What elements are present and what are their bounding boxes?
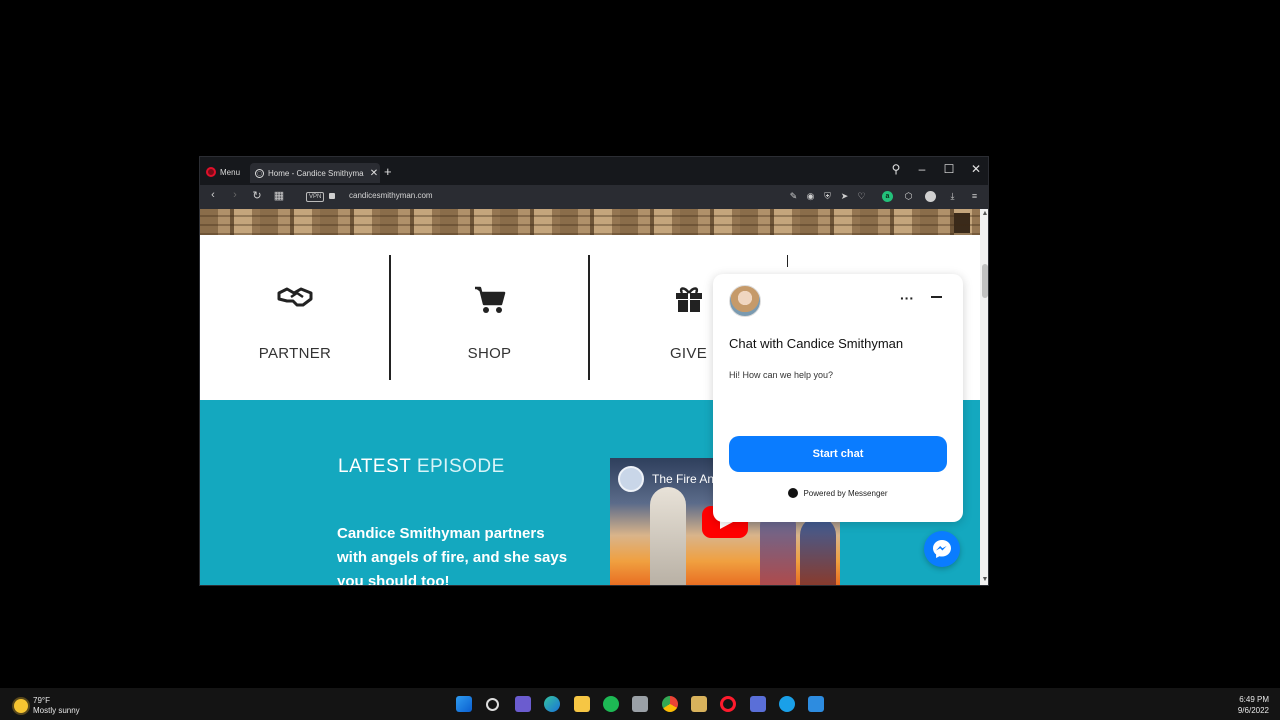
app-icon[interactable] bbox=[632, 696, 648, 712]
video-figure bbox=[650, 487, 686, 585]
start-chat-button[interactable]: Start chat bbox=[729, 436, 947, 472]
more-options-icon[interactable]: ··· bbox=[900, 290, 914, 306]
windows-start-icon[interactable] bbox=[456, 696, 472, 712]
partner-link[interactable]: PARTNER bbox=[200, 249, 390, 389]
powered-by-text: Powered by Messenger bbox=[803, 488, 888, 498]
teams-chat-icon[interactable] bbox=[515, 696, 531, 712]
clock-date: 9/6/2022 bbox=[1237, 706, 1269, 715]
send-icon[interactable]: ➤ bbox=[839, 191, 850, 202]
heart-icon[interactable]: ♡ bbox=[856, 191, 867, 202]
browser-window: Menu Home - Candice Smithyman ✕ + ⚲ – ☐ … bbox=[199, 156, 989, 586]
extension-a-icon[interactable]: a bbox=[882, 191, 893, 202]
weather-condition: Mostly sunny bbox=[33, 706, 80, 715]
temperature: 79°F bbox=[33, 696, 50, 705]
scroll-down-icon[interactable]: ▼ bbox=[980, 575, 988, 585]
minimize-window-button[interactable]: – bbox=[915, 162, 929, 176]
chat-greeting: Hi! How can we help you? bbox=[729, 370, 834, 380]
messenger-button[interactable] bbox=[924, 531, 960, 567]
candice-avatar bbox=[729, 285, 761, 317]
app-icon[interactable] bbox=[691, 696, 707, 712]
search-tabs-icon[interactable]: ⚲ bbox=[889, 162, 903, 176]
heading-episode: EPISODE bbox=[416, 456, 505, 477]
spotify-icon[interactable] bbox=[603, 696, 619, 712]
handshake-icon bbox=[200, 285, 390, 316]
scrollbar-thumb[interactable] bbox=[982, 264, 988, 298]
taskbar: 79°F Mostly sunny 6:49 PM 9/6/2022 bbox=[0, 688, 1280, 720]
forward-button[interactable]: › bbox=[228, 189, 242, 201]
globe-icon bbox=[255, 168, 264, 178]
opera-menu-button[interactable]: Menu bbox=[206, 166, 240, 178]
sun-icon bbox=[14, 699, 28, 713]
camera-icon[interactable]: ◉ bbox=[805, 191, 816, 202]
text-cursor bbox=[787, 255, 788, 267]
app-icon[interactable] bbox=[808, 696, 824, 712]
address-bar: ‹ › ↻ ▦ VPN candicesmithyman.com ✎ ◉ ⛨ ➤… bbox=[200, 185, 988, 209]
video-title[interactable]: The Fire An bbox=[652, 472, 714, 486]
opera-icon[interactable] bbox=[720, 696, 736, 712]
edge-icon[interactable] bbox=[544, 696, 560, 712]
hero-image-shadow bbox=[954, 213, 970, 233]
vpn-badge[interactable]: VPN bbox=[306, 192, 325, 202]
reload-icon[interactable]: ↻ bbox=[250, 189, 264, 202]
tab-bar: Menu Home - Candice Smithyman ✕ + ⚲ – ☐ … bbox=[200, 157, 988, 185]
latest-episode-heading: LATEST EPISODE bbox=[338, 456, 505, 478]
menu-label: Menu bbox=[220, 167, 241, 177]
cube-icon[interactable]: ⬡ bbox=[903, 191, 914, 202]
channel-avatar[interactable] bbox=[618, 466, 644, 492]
speed-dial-icon[interactable]: ▦ bbox=[272, 189, 286, 202]
download-icon[interactable]: ⤓ bbox=[947, 191, 958, 202]
opera-logo-icon bbox=[206, 167, 216, 177]
back-button[interactable]: ‹ bbox=[206, 189, 220, 201]
edit-icon[interactable]: ✎ bbox=[788, 191, 799, 202]
page-viewport: PARTNER SHOP GIVE LATEST EPISODE Candice… bbox=[200, 209, 988, 586]
search-icon[interactable] bbox=[486, 698, 499, 711]
shop-link[interactable]: SHOP bbox=[391, 249, 588, 389]
messenger-chat-widget: ··· Chat with Candice Smithyman Hi! How … bbox=[713, 274, 963, 522]
powered-by-messenger: Powered by Messenger bbox=[713, 488, 963, 498]
video-figure bbox=[800, 517, 836, 585]
close-window-button[interactable]: ✕ bbox=[969, 162, 983, 176]
clock-time: 6:49 PM bbox=[1239, 695, 1269, 704]
page-scrollbar[interactable]: ▲ ▼ bbox=[980, 209, 988, 585]
maximize-window-button[interactable]: ☐ bbox=[942, 162, 956, 176]
messenger-icon bbox=[788, 488, 799, 498]
scroll-up-icon[interactable]: ▲ bbox=[980, 209, 988, 219]
hero-image-wall bbox=[200, 209, 980, 235]
easy-setup-icon[interactable]: ≡ bbox=[969, 191, 980, 202]
minimize-chat-icon[interactable] bbox=[931, 296, 942, 298]
chat-title: Chat with Candice Smithyman bbox=[729, 336, 904, 351]
app-icon[interactable] bbox=[779, 696, 795, 712]
messenger-bolt-icon bbox=[933, 540, 951, 558]
url-field[interactable]: candicesmithyman.com bbox=[349, 191, 433, 200]
system-clock[interactable]: 6:49 PM 9/6/2022 bbox=[1238, 694, 1269, 716]
new-tab-button[interactable]: + bbox=[384, 164, 392, 179]
heading-latest: LATEST bbox=[338, 456, 412, 477]
file-explorer-icon[interactable] bbox=[574, 696, 590, 712]
chrome-icon[interactable] bbox=[662, 696, 678, 712]
shield-icon[interactable]: ⛨ bbox=[822, 191, 833, 202]
desktop: Menu Home - Candice Smithyman ✕ + ⚲ – ☐ … bbox=[0, 0, 1280, 720]
app-icon[interactable] bbox=[750, 696, 766, 712]
weather-widget[interactable]: 79°F Mostly sunny bbox=[14, 696, 80, 716]
tab-home[interactable]: Home - Candice Smithyman ✕ bbox=[250, 163, 380, 183]
cart-icon bbox=[391, 285, 588, 322]
lock-icon[interactable] bbox=[329, 193, 335, 199]
tab-title: Home - Candice Smithyman bbox=[268, 168, 364, 178]
close-tab-icon[interactable]: ✕ bbox=[368, 168, 380, 179]
episode-description: Candice Smithyman partners with angels o… bbox=[337, 525, 568, 586]
partner-label: PARTNER bbox=[258, 345, 332, 362]
shop-label: SHOP bbox=[467, 345, 512, 362]
profile-icon[interactable] bbox=[925, 191, 936, 202]
